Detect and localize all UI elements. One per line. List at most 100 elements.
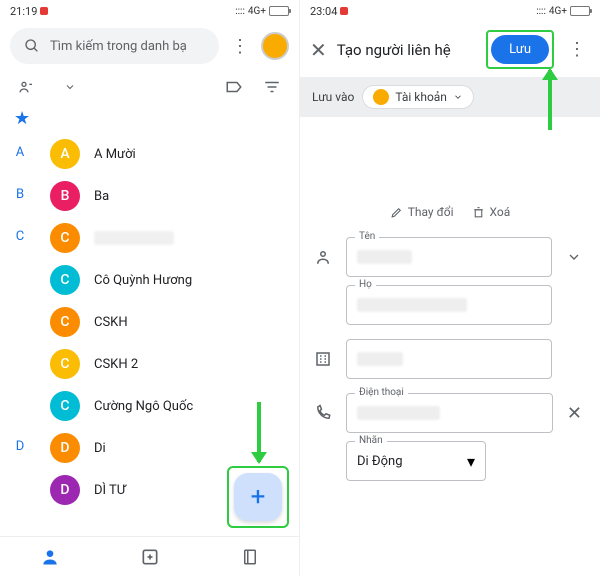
- contact-row[interactable]: A A Mười: [44, 133, 299, 175]
- search-placeholder: Tìm kiếm trong danh bạ: [50, 39, 187, 54]
- battery-icon: [570, 6, 590, 16]
- search-row: Tìm kiếm trong danh bạ ⋮: [0, 22, 299, 70]
- expand-name-icon[interactable]: [562, 249, 586, 265]
- photo-actions: Thay đổi Xoá: [300, 197, 600, 233]
- status-time: 23:04: [310, 5, 337, 18]
- contact-avatar: C: [50, 391, 80, 421]
- save-button[interactable]: Lưu: [491, 35, 549, 64]
- contact-section-a: A A A Mười: [0, 133, 299, 175]
- signal-icon: ::::: [536, 6, 546, 17]
- contact-section-b: B B Ba: [0, 175, 299, 217]
- contact-name: Ba: [94, 189, 109, 204]
- search-input[interactable]: Tìm kiếm trong danh bạ: [10, 28, 219, 64]
- contact-row[interactable]: B Ba: [44, 175, 299, 217]
- save-into-bar: Lưu vào Tài khoản: [300, 77, 600, 117]
- contact-row[interactable]: C CSKH: [44, 301, 299, 343]
- contact-name: DÌ TƯ: [94, 483, 126, 498]
- contact-row[interactable]: C Cô Quỳnh Hương: [44, 259, 299, 301]
- nav-organize-icon[interactable]: [241, 548, 259, 566]
- fab-highlight-box: +: [227, 466, 289, 528]
- phone-label-row: Nhãn Di Động ▾: [300, 437, 600, 485]
- contact-avatar: C: [50, 265, 80, 295]
- lastname-row: Họ: [300, 281, 600, 329]
- contact-row[interactable]: C CSKH 2: [44, 343, 299, 385]
- close-icon[interactable]: ✕: [310, 38, 327, 62]
- field-label: Nhãn: [355, 435, 387, 446]
- phone-field[interactable]: Điện thoại: [346, 393, 553, 433]
- trash-icon: [472, 206, 485, 219]
- network-label: 4G+: [248, 6, 266, 17]
- favorites-section[interactable]: ★: [0, 104, 299, 133]
- lastname-field[interactable]: Họ: [346, 285, 552, 325]
- signal-icon: ::::: [235, 6, 245, 17]
- contact-section-c: C C C Cô Quỳnh Hương C CSKH C CSKH 2 C C…: [0, 217, 299, 427]
- nav-fix-icon[interactable]: [140, 547, 160, 567]
- label-icon[interactable]: [225, 78, 243, 96]
- contact-name: A Mười: [94, 147, 136, 162]
- name-row: Tên: [300, 233, 600, 281]
- page-title: Tạo người liên hệ: [337, 41, 476, 59]
- notification-icon: [340, 7, 348, 15]
- contact-name: Cô Quỳnh Hương: [94, 273, 192, 288]
- more-menu-icon[interactable]: ⋮: [227, 36, 253, 57]
- firstname-field[interactable]: Tên: [346, 237, 552, 277]
- save-into-label: Lưu vào: [312, 90, 354, 104]
- contact-name-redacted: [94, 231, 174, 245]
- status-time: 21:19: [10, 5, 37, 18]
- phone-row: Điện thoại ✕: [300, 389, 600, 437]
- phone-icon: [314, 404, 336, 422]
- index-letter: B: [14, 187, 26, 202]
- contact-avatar: A: [50, 139, 80, 169]
- filter-icon[interactable]: [263, 78, 281, 96]
- field-value-redacted: [357, 250, 412, 264]
- status-bar: 21:19 :::: 4G+: [0, 0, 299, 22]
- network-label: 4G+: [549, 6, 567, 17]
- contact-photo-area: [300, 117, 600, 197]
- delete-photo-button[interactable]: Xoá: [472, 205, 511, 219]
- more-menu-icon[interactable]: ⋮: [564, 39, 590, 60]
- field-value-redacted: [357, 298, 467, 312]
- company-field[interactable]: [346, 339, 552, 379]
- profile-avatar[interactable]: [261, 32, 289, 60]
- field-label: Tên: [355, 231, 379, 242]
- bottom-nav: [0, 536, 299, 576]
- status-bar: 23:04 :::: 4G+: [300, 0, 600, 22]
- phone-label-field[interactable]: Nhãn Di Động ▾: [346, 441, 486, 481]
- pencil-icon: [390, 206, 403, 219]
- contact-name: Di: [94, 441, 106, 456]
- contact-name: Cường Ngô Quốc: [94, 399, 193, 414]
- change-photo-button[interactable]: Thay đổi: [390, 205, 454, 219]
- field-label: Điện thoại: [355, 387, 408, 398]
- notification-icon: [40, 7, 48, 15]
- company-row: [300, 335, 600, 383]
- clear-phone-icon[interactable]: ✕: [563, 403, 586, 424]
- filter-row: [0, 70, 299, 104]
- contact-avatar: C: [50, 223, 80, 253]
- add-contact-fab[interactable]: +: [234, 473, 282, 521]
- contact-name: CSKH: [94, 315, 128, 330]
- person-filter-icon[interactable]: [18, 79, 34, 95]
- account-selector[interactable]: Tài khoản: [362, 85, 474, 109]
- battery-icon: [269, 6, 289, 16]
- dropdown-icon: ▾: [467, 452, 475, 471]
- field-value-redacted: [357, 406, 440, 420]
- index-letter: C: [14, 229, 26, 244]
- field-label: Họ: [355, 279, 376, 290]
- account-avatar-icon: [373, 89, 389, 105]
- index-letter: A: [14, 145, 26, 160]
- contact-name: CSKH 2: [94, 357, 138, 372]
- chevron-down-icon[interactable]: [64, 81, 76, 93]
- annotation-arrow-up: [548, 70, 552, 130]
- contact-avatar: C: [50, 307, 80, 337]
- create-contact-screen: 23:04 :::: 4G+ ✕ Tạo người liên hệ Lưu ⋮…: [300, 0, 600, 576]
- field-value-redacted: [357, 352, 403, 366]
- nav-contacts-icon[interactable]: [40, 547, 60, 567]
- save-highlight-box: Lưu: [486, 30, 554, 69]
- contacts-list-screen: 21:19 :::: 4G+ Tìm kiếm trong danh bạ ⋮: [0, 0, 300, 576]
- contact-avatar: D: [50, 433, 80, 463]
- contact-row[interactable]: C: [44, 217, 299, 259]
- account-label: Tài khoản: [395, 90, 447, 104]
- phone-label-value: Di Động: [357, 454, 403, 469]
- annotation-arrow-down: [257, 402, 261, 462]
- search-icon: [24, 38, 40, 54]
